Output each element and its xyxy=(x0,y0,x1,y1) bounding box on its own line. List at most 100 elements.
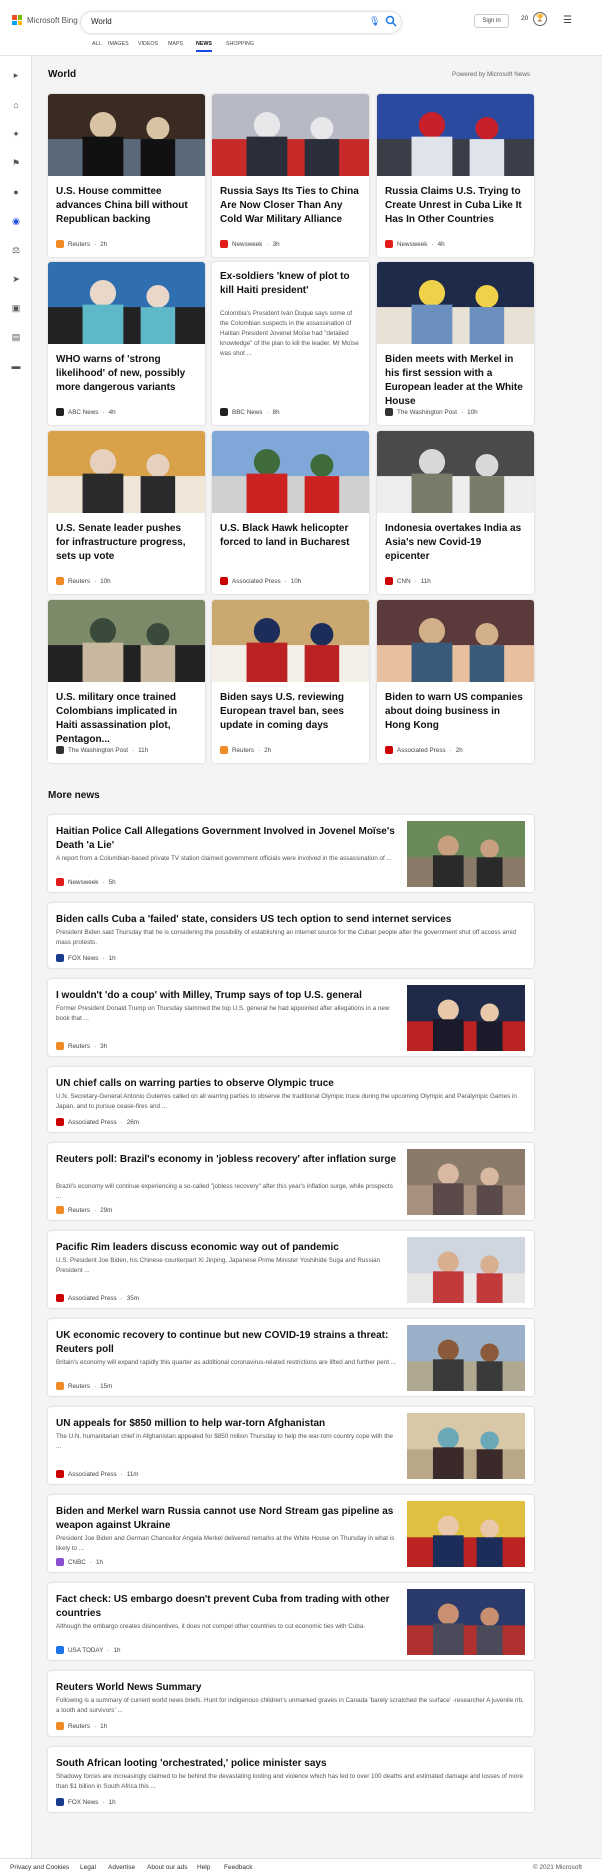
news-card-title[interactable]: U.S. House committee advances China bill… xyxy=(56,185,197,227)
news-card-image[interactable] xyxy=(48,600,205,682)
news-card-image[interactable] xyxy=(212,431,369,513)
more-news-item[interactable]: South African looting 'orchestrated,' po… xyxy=(48,1747,534,1812)
more-news-title[interactable]: Biden calls Cuba a 'failed' state, consi… xyxy=(56,913,526,927)
news-card-title[interactable]: Indonesia overtakes India as Asia's new … xyxy=(385,522,526,564)
tab-shopping[interactable]: SHOPPING xyxy=(226,41,254,47)
news-card[interactable]: Biden meets with Merkel in his first ses… xyxy=(377,262,534,425)
more-news-title[interactable]: Reuters World News Summary xyxy=(56,1681,526,1695)
search-input[interactable]: World xyxy=(91,17,112,26)
tab-news[interactable]: NEWS xyxy=(196,41,212,52)
more-news-title[interactable]: Haitian Police Call Allegations Governme… xyxy=(56,825,396,853)
hamburger-menu-icon[interactable]: ☰ xyxy=(563,15,572,26)
more-news-image[interactable] xyxy=(407,1237,525,1303)
more-news-title[interactable]: UN appeals for $850 million to help war-… xyxy=(56,1417,396,1431)
more-news-image[interactable] xyxy=(407,1589,525,1655)
news-card-image[interactable] xyxy=(377,431,534,513)
trending-icon[interactable]: ✦ xyxy=(10,129,22,139)
more-news-item[interactable]: Haitian Police Call Allegations Governme… xyxy=(48,815,534,892)
more-news-image[interactable] xyxy=(407,1413,525,1479)
more-news-title[interactable]: Fact check: US embargo doesn't prevent C… xyxy=(56,1593,396,1621)
bing-logo[interactable]: Microsoft Bing xyxy=(12,15,78,25)
news-card-image[interactable] xyxy=(377,94,534,176)
more-news-item[interactable]: Pacific Rim leaders discuss economic way… xyxy=(48,1231,534,1308)
more-news-item[interactable]: Biden and Merkel warn Russia cannot use … xyxy=(48,1495,534,1572)
home-icon[interactable]: ⌂ xyxy=(10,100,22,110)
more-news-image[interactable] xyxy=(407,1149,525,1215)
news-card-title[interactable]: U.S. Black Hawk helicopter forced to lan… xyxy=(220,522,361,550)
tab-maps[interactable]: MAPS xyxy=(168,41,183,47)
more-news-item[interactable]: UK economic recovery to continue but new… xyxy=(48,1319,534,1396)
news-card[interactable]: U.S. House committee advances China bill… xyxy=(48,94,205,257)
world-globe-icon[interactable]: ◉ xyxy=(10,216,22,226)
more-news-item[interactable]: Reuters poll: Brazil's economy in 'joble… xyxy=(48,1143,534,1220)
news-card-image[interactable] xyxy=(377,262,534,344)
more-news-item[interactable]: Fact check: US embargo doesn't prevent C… xyxy=(48,1583,534,1660)
news-card-title[interactable]: U.S. Senate leader pushes for infrastruc… xyxy=(56,522,197,564)
more-news-item[interactable]: UN appeals for $850 million to help war-… xyxy=(48,1407,534,1484)
news-card[interactable]: Ex-soldiers 'knew of plot to kill Haiti … xyxy=(212,262,369,425)
footer-link-feedback[interactable]: Feedback xyxy=(224,1864,253,1871)
footer-link-about-our-ads[interactable]: About our ads xyxy=(147,1864,187,1871)
news-card[interactable]: U.S. Black Hawk helicopter forced to lan… xyxy=(212,431,369,594)
search-box[interactable]: World 🎙 xyxy=(81,12,401,33)
news-card-title[interactable]: Biden says U.S. reviewing European trave… xyxy=(220,691,361,733)
more-news-title[interactable]: UN chief calls on warring parties to obs… xyxy=(56,1077,526,1091)
more-news-image[interactable] xyxy=(407,1501,525,1567)
footer-link-help[interactable]: Help xyxy=(197,1864,210,1871)
money-icon[interactable]: ▬ xyxy=(10,361,22,371)
tab-all[interactable]: ALL xyxy=(92,41,101,47)
footer-link-legal[interactable]: Legal xyxy=(80,1864,96,1871)
business-icon[interactable]: ▤ xyxy=(10,332,22,342)
more-news-image[interactable] xyxy=(407,821,525,887)
search-icon[interactable] xyxy=(385,15,397,27)
news-card-title[interactable]: Russia Claims U.S. Trying to Create Unre… xyxy=(385,185,526,227)
news-card-image[interactable] xyxy=(48,94,205,176)
footer-link-privacy-and-cookies[interactable]: Privacy and Cookies xyxy=(10,1864,69,1871)
local-pin-icon[interactable]: ● xyxy=(10,187,22,197)
news-card-image[interactable] xyxy=(48,431,205,513)
more-news-item[interactable]: Reuters World News Summary Following is a… xyxy=(48,1671,534,1736)
news-card-title[interactable]: Russia Says Its Ties to China Are Now Cl… xyxy=(220,185,361,227)
rewards-trophy-icon[interactable]: 🏆 xyxy=(533,12,547,26)
news-card-image[interactable] xyxy=(212,94,369,176)
tab-images[interactable]: IMAGES xyxy=(108,41,129,47)
more-news-item[interactable]: UN chief calls on warring parties to obs… xyxy=(48,1067,534,1132)
more-news-item[interactable]: Biden calls Cuba a 'failed' state, consi… xyxy=(48,903,534,968)
more-news-image[interactable] xyxy=(407,985,525,1051)
news-card-image[interactable] xyxy=(48,262,205,344)
expand-rail-icon[interactable]: ▸ xyxy=(10,70,22,80)
more-news-title[interactable]: UK economic recovery to continue but new… xyxy=(56,1329,396,1357)
news-card[interactable]: Russia Says Its Ties to China Are Now Cl… xyxy=(212,94,369,257)
sign-in-button[interactable]: Sign in xyxy=(474,14,509,28)
news-card[interactable]: U.S. Senate leader pushes for infrastruc… xyxy=(48,431,205,594)
news-card[interactable]: Biden to warn US companies about doing b… xyxy=(377,600,534,763)
news-card-image[interactable] xyxy=(212,600,369,682)
microphone-icon[interactable]: 🎙 xyxy=(369,16,380,27)
more-news-item[interactable]: I wouldn't 'do a coup' with Milley, Trum… xyxy=(48,979,534,1056)
news-card-title[interactable]: WHO warns of 'strong likelihood' of new,… xyxy=(56,353,197,395)
news-card-title[interactable]: U.S. military once trained Colombians im… xyxy=(56,691,197,747)
news-card[interactable]: Russia Claims U.S. Trying to Create Unre… xyxy=(377,94,534,257)
more-news-title[interactable]: Biden and Merkel warn Russia cannot use … xyxy=(56,1505,396,1533)
news-card-title[interactable]: Biden meets with Merkel in his first ses… xyxy=(385,353,526,409)
more-news-title[interactable]: South African looting 'orchestrated,' po… xyxy=(56,1757,526,1771)
powered-by-label[interactable]: Powered by Microsoft News xyxy=(452,71,530,78)
news-card-title[interactable]: Biden to warn US companies about doing b… xyxy=(385,691,526,733)
news-card-title[interactable]: Ex-soldiers 'knew of plot to kill Haiti … xyxy=(220,270,361,298)
us-flag-icon[interactable]: ⚑ xyxy=(10,158,22,168)
news-card-image[interactable] xyxy=(377,600,534,682)
more-news-title[interactable]: Reuters poll: Brazil's economy in 'joble… xyxy=(56,1153,396,1167)
tab-videos[interactable]: VIDEOS xyxy=(138,41,158,47)
news-card[interactable]: WHO warns of 'strong likelihood' of new,… xyxy=(48,262,205,425)
more-news-title[interactable]: Pacific Rim leaders discuss economic way… xyxy=(56,1241,396,1255)
science-icon[interactable]: ⚖ xyxy=(10,245,22,255)
entertainment-icon[interactable]: ▣ xyxy=(10,303,22,313)
technology-icon[interactable]: ➤ xyxy=(10,274,22,284)
news-card[interactable]: U.S. military once trained Colombians im… xyxy=(48,600,205,763)
rewards-points[interactable]: 20 xyxy=(521,15,528,22)
more-news-image[interactable] xyxy=(407,1325,525,1391)
news-card[interactable]: Indonesia overtakes India as Asia's new … xyxy=(377,431,534,594)
footer-link-advertise[interactable]: Advertise xyxy=(108,1864,135,1871)
news-card[interactable]: Biden says U.S. reviewing European trave… xyxy=(212,600,369,763)
more-news-title[interactable]: I wouldn't 'do a coup' with Milley, Trum… xyxy=(56,989,396,1003)
